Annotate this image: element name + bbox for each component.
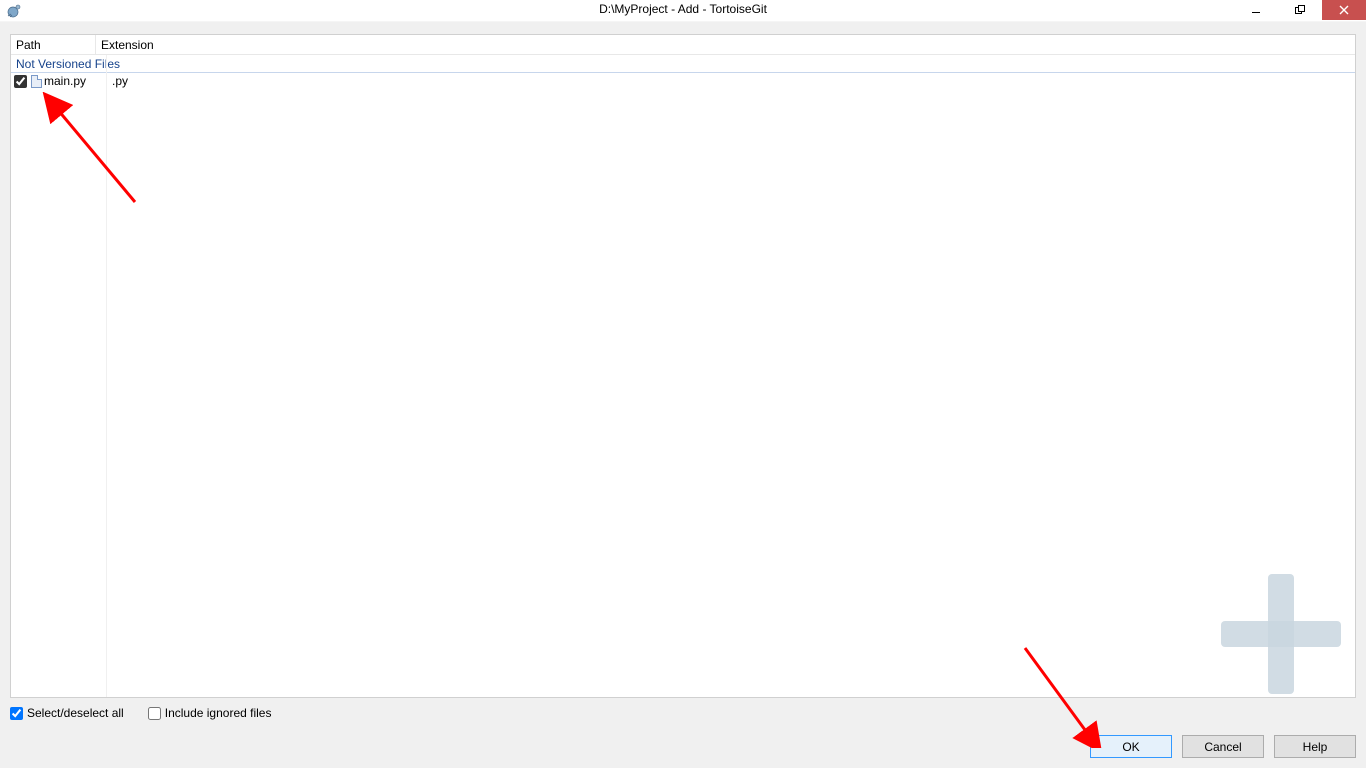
window-title: D:\MyProject - Add - TortoiseGit [599, 2, 767, 16]
column-divider [106, 55, 107, 697]
option-checks: Select/deselect all Include ignored file… [10, 706, 271, 720]
select-all-input[interactable] [10, 707, 23, 720]
column-extension[interactable]: Extension [96, 35, 1355, 54]
column-path[interactable]: Path [11, 35, 96, 54]
dialog-buttons: OK Cancel Help [1090, 735, 1356, 758]
select-all-label: Select/deselect all [27, 706, 124, 720]
cancel-button[interactable]: Cancel [1182, 735, 1264, 758]
maximize-button[interactable] [1278, 0, 1322, 20]
file-list[interactable]: Path Extension Not Versioned Files main.… [10, 34, 1356, 698]
tortoisegit-icon [6, 3, 22, 19]
file-checkbox[interactable] [14, 75, 27, 88]
minimize-button[interactable] [1234, 0, 1278, 20]
ok-button[interactable]: OK [1090, 735, 1172, 758]
bottom-bar: Select/deselect all Include ignored file… [10, 706, 1356, 758]
include-ignored-input[interactable] [148, 707, 161, 720]
dialog-client: Path Extension Not Versioned Files main.… [0, 22, 1366, 768]
group-not-versioned: Not Versioned Files [11, 55, 1355, 73]
file-icon [29, 74, 43, 88]
window-controls [1234, 0, 1366, 22]
file-name: main.py [44, 74, 106, 88]
file-row[interactable]: main.py .py [11, 73, 1355, 89]
window: D:\MyProject - Add - TortoiseGit Path [0, 0, 1366, 768]
add-watermark-icon [1221, 574, 1341, 694]
help-button[interactable]: Help [1274, 735, 1356, 758]
group-label: Not Versioned Files [16, 57, 120, 71]
select-all-checkbox[interactable]: Select/deselect all [10, 706, 124, 720]
include-ignored-label: Include ignored files [165, 706, 272, 720]
file-ext: .py [106, 74, 128, 88]
include-ignored-checkbox[interactable]: Include ignored files [148, 706, 272, 720]
titlebar[interactable]: D:\MyProject - Add - TortoiseGit [0, 0, 1366, 22]
list-header[interactable]: Path Extension [11, 35, 1355, 55]
close-button[interactable] [1322, 0, 1366, 20]
